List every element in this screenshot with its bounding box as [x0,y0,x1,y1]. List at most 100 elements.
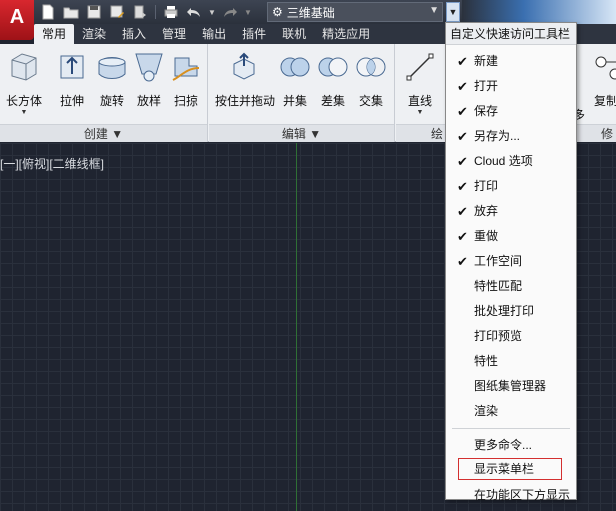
chevron-down-icon[interactable]: ▼ [243,3,253,21]
check-icon: ✔ [457,54,468,69]
check-icon: ✔ [457,179,468,194]
extrude-button[interactable]: 拉伸 [52,50,92,109]
workspace-selector[interactable]: ⚙ 三维基础 ▼ [267,2,443,22]
chevron-down-icon[interactable]: ▼ [4,109,44,117]
copy-icon [595,56,616,80]
panel-title-modify[interactable]: 修 [577,124,616,142]
check-icon: ✔ [457,254,468,269]
revolve-button[interactable]: 旋转 [92,50,132,109]
menu-item-print[interactable]: ✔ 打印 [446,174,576,199]
redo-icon[interactable] [220,3,240,21]
menu-item-render[interactable]: 渲染 [446,399,576,424]
menu-item-plot-preview[interactable]: 打印预览 [446,324,576,349]
menu-header: 自定义快速访问工具栏 [446,23,576,45]
menu-item-workspace[interactable]: ✔ 工作空间 [446,249,576,274]
line-button[interactable]: 直线 ▼ [400,50,440,117]
menu-item-label: 打印预览 [474,329,523,343]
sweep-icon [172,57,200,81]
chevron-down-icon[interactable]: ▼ [400,109,440,117]
extrude-label: 拉伸 [59,94,84,108]
tab-insert[interactable]: 插入 [114,24,154,44]
check-icon: ✔ [457,229,468,244]
viewport-controls[interactable]: [一][俯视][二维线框] [0,155,104,172]
save-icon[interactable] [84,3,104,21]
menu-divider [452,428,570,429]
menu-item-label: 图纸集管理器 [474,379,547,393]
box-icon [11,53,37,81]
revolve-icon [98,57,126,79]
menu-item-label: 放弃 [474,204,499,218]
menu-item-cloud-options[interactable]: ✔ Cloud 选项 [446,149,576,174]
menu-item-more-commands[interactable]: 更多命令... [446,433,576,458]
menu-item-label: 工作空间 [474,254,523,268]
tab-render[interactable]: 渲染 [74,24,114,44]
loft-icon [135,53,163,82]
panel-create: 长方体 ▼ 拉伸 旋转 放样 扫掠 创建 ▼ [0,44,208,142]
menu-item-label: 重做 [474,229,499,243]
tab-home[interactable]: 常用 [34,24,75,44]
menu-item-label: 保存 [474,104,499,118]
tab-output[interactable]: 输出 [194,24,234,44]
panel-modify: 多 复制 修 [573,44,616,142]
chevron-down-icon[interactable]: ▼ [207,3,217,21]
intersect-button[interactable]: 交集 [351,50,391,109]
union-icon [280,57,310,77]
menu-item-save[interactable]: ✔ 保存 [446,99,576,124]
check-icon: ✔ [457,154,468,169]
intersect-label: 交集 [358,94,383,108]
y-axis-line [296,143,297,511]
panel-draw: 直线 ▼ 绘 [396,44,446,142]
check-icon: ✔ [457,104,468,119]
panel-title-edit[interactable]: 编辑 ▼ [209,124,394,142]
menu-item-open[interactable]: ✔ 打开 [446,74,576,99]
panel-title-draw[interactable]: 绘 [396,124,445,142]
sweep-label: 扫掠 [173,94,198,108]
union-button[interactable]: 并集 [275,50,315,109]
box-button[interactable]: 长方体 ▼ [4,50,44,117]
menu-item-sheet-set-manager[interactable]: 图纸集管理器 [446,374,576,399]
menu-item-redo[interactable]: ✔ 重做 [446,224,576,249]
presspull-button[interactable]: 按住并拖动 [215,50,275,109]
publish-icon[interactable] [130,3,150,21]
sweep-button[interactable]: 扫掠 [166,50,206,109]
tab-featured-apps[interactable]: 精选应用 [314,24,378,44]
menu-item-batch-plot[interactable]: 批处理打印 [446,299,576,324]
print-icon[interactable] [161,3,181,21]
subtract-button[interactable]: 差集 [313,50,353,109]
menu-item-show-below-ribbon[interactable]: 在功能区下方显示 [446,483,576,508]
menu-item-label: 打开 [474,79,499,93]
check-icon: ✔ [457,79,468,94]
application-menu-button[interactable]: A [0,0,34,40]
tab-addins[interactable]: 插件 [234,24,274,44]
undo-icon[interactable] [184,3,204,21]
new-file-icon[interactable] [38,3,58,21]
menu-item-label: 渲染 [474,404,499,418]
save-as-icon[interactable] [107,3,127,21]
menu-item-label: 新建 [474,54,499,68]
menu-item-show-menubar[interactable]: 显示菜单栏 [458,458,562,480]
tab-online[interactable]: 联机 [274,24,314,44]
line-icon [406,53,434,81]
menu-item-match-properties[interactable]: 特性匹配 [446,274,576,299]
panel-edit: 按住并拖动 并集 差集 交集 编辑 ▼ [209,44,395,142]
menu-item-undo[interactable]: ✔ 放弃 [446,199,576,224]
intersect-icon [356,57,386,77]
extrude-icon [60,55,84,79]
subtract-label: 差集 [320,94,345,108]
loft-button[interactable]: 放样 [129,50,169,109]
copy-button[interactable]: 复制 [591,50,616,109]
menu-item-properties[interactable]: 特性 [446,349,576,374]
revolve-label: 旋转 [99,94,124,108]
menu-item-label: 特性匹配 [474,279,523,293]
panel-title-create[interactable]: 创建 ▼ [0,124,207,142]
menu-item-new[interactable]: ✔ 新建 [446,49,576,74]
quick-access-toolbar: ▼ ▼ [38,2,253,22]
tab-manage[interactable]: 管理 [154,24,194,44]
chevron-down-icon: ▼ [429,5,439,16]
open-folder-icon[interactable] [61,3,81,21]
customize-qat-menu: 自定义快速访问工具栏 ✔ 新建 ✔ 打开 ✔ 保存 ✔ 另存为... ✔ Cloud 选项… [445,22,577,502]
menu-item-save-as[interactable]: ✔ 另存为... [446,124,576,149]
menu-item-label: Cloud 选项 [474,154,533,168]
customize-qat-button[interactable]: ▼ [446,2,460,22]
subtract-icon [318,57,348,77]
